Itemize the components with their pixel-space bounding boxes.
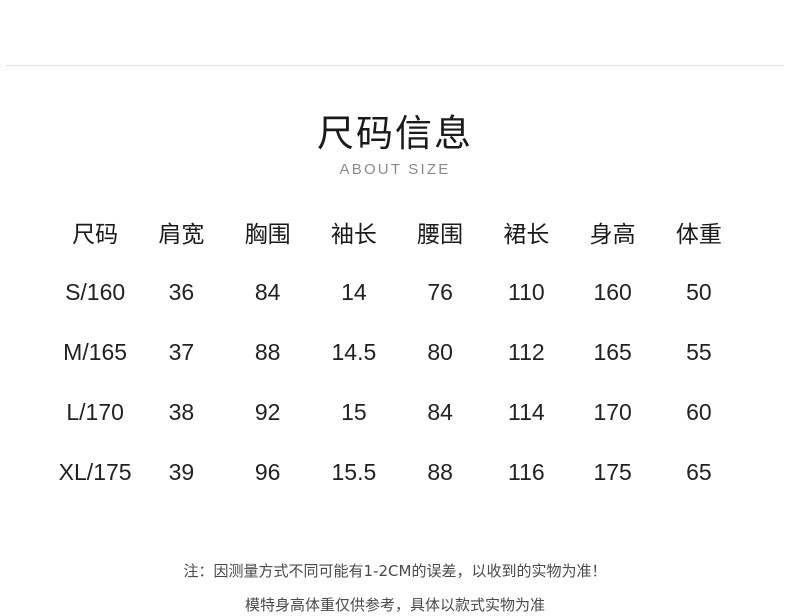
table-header-row: 尺码 肩宽 胸围 袖长 腰围 裙长 身高 体重	[52, 202, 742, 262]
table-cell: 76	[427, 278, 453, 305]
table-cell: 88	[254, 338, 281, 365]
table-cell: 14	[341, 278, 367, 305]
table-cell: 15	[341, 398, 367, 425]
section-subtitle: ABOUT SIZE	[339, 161, 451, 178]
table-cell: 38	[168, 398, 195, 425]
header-height: 身高	[589, 222, 636, 248]
table-cell: 170	[593, 398, 632, 425]
table-row: L/170 38 92 15 84 114 170 60	[52, 382, 742, 442]
table-cell: 88	[427, 458, 453, 485]
table-cell: 50	[686, 278, 712, 305]
table-cell: 160	[593, 278, 632, 305]
table-row: M/165 37 88 14.5 80 112 165 55	[52, 322, 742, 382]
header-shoulder-width: 肩宽	[158, 222, 205, 248]
header-weight: 体重	[675, 222, 722, 248]
model-reference-note: 模特身高体重仅供参考，具体以款式实物为准	[244, 596, 545, 614]
table-cell: 84	[427, 398, 453, 425]
table-cell: M/165	[63, 338, 128, 365]
table-cell: 84	[254, 278, 281, 305]
table-cell: 65	[686, 458, 712, 485]
table-cell: 112	[508, 338, 545, 365]
measurement-note: 注：因测量方式不同可能有1-2CM的误差，以收到的实物为准！	[183, 562, 607, 580]
table-cell: 15.5	[331, 458, 377, 485]
table-cell: XL/175	[58, 458, 132, 485]
table-cell: 14.5	[331, 338, 377, 365]
header-bust: 胸围	[244, 222, 291, 248]
table-cell: 39	[168, 458, 195, 485]
table-cell: 80	[427, 338, 453, 365]
table-cell: 37	[168, 338, 195, 365]
table-row: XL/175 39 96 15.5 88 116 175 65	[52, 442, 742, 502]
size-table: 尺码 肩宽 胸围 袖长 腰围 裙长 身高 体重 S/160 36 84 14 7…	[52, 202, 742, 502]
header-sleeve-length: 袖长	[330, 222, 377, 248]
section-title: 尺码信息	[317, 112, 473, 155]
table-cell: 110	[508, 278, 545, 305]
table-cell: 36	[168, 278, 195, 305]
table-cell: 116	[508, 458, 545, 485]
table-cell: 60	[686, 398, 712, 425]
table-cell: L/170	[66, 398, 124, 425]
table-cell: S/160	[65, 278, 126, 305]
header-waist: 腰围	[417, 222, 464, 248]
header-size: 尺码	[72, 222, 119, 248]
table-cell: 96	[254, 458, 281, 485]
table-cell: 55	[686, 338, 712, 365]
table-cell: 175	[593, 458, 632, 485]
table-row: S/160 36 84 14 76 110 160 50	[52, 262, 742, 322]
table-cell: 92	[254, 398, 281, 425]
table-cell: 165	[593, 338, 632, 365]
header-skirt-length: 裙长	[503, 222, 550, 248]
top-divider	[6, 65, 784, 66]
table-cell: 114	[508, 398, 545, 425]
